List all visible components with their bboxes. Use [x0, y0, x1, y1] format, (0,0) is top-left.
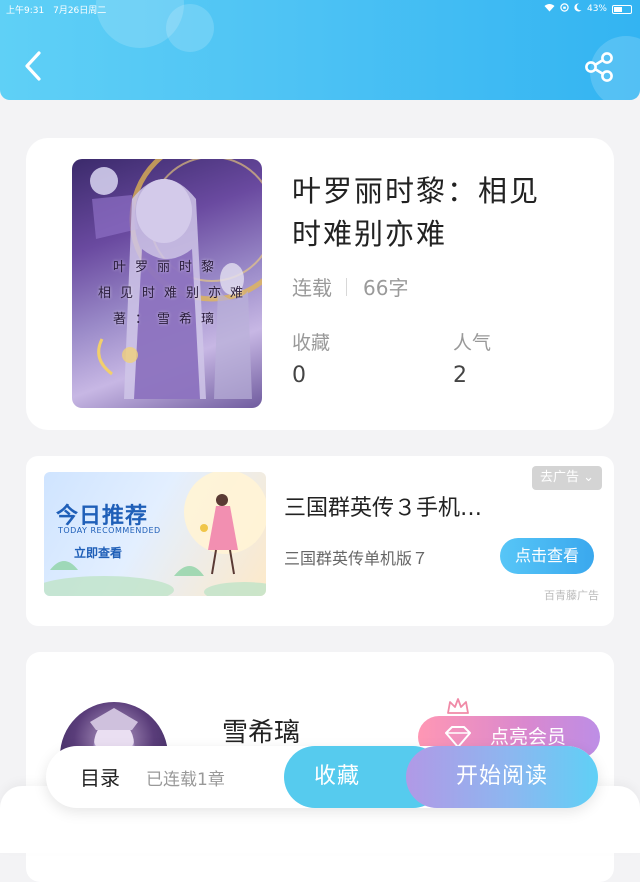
ad-banner-subtitle: TODAY RECOMMENDED: [58, 526, 161, 535]
crown-icon: [447, 698, 469, 714]
word-count: 66字: [363, 276, 409, 300]
share-button[interactable]: [582, 50, 616, 84]
serial-status: 连载: [292, 276, 332, 300]
start-reading-button[interactable]: 开始阅读: [406, 746, 598, 808]
author-name: 雪希璃: [222, 718, 301, 748]
book-meta: 连载 66字: [292, 272, 408, 301]
ad-title[interactable]: 三国群英传３手机…: [284, 490, 524, 522]
share-icon: [585, 52, 613, 82]
book-cover[interactable]: 叶罗丽时黎 相见时难别亦难 著：雪希璃: [72, 159, 262, 408]
favorites-label: 收藏: [292, 332, 331, 354]
cover-title: 叶罗丽时黎 相见时难别亦难 著：雪希璃: [98, 260, 253, 327]
popularity-stat: 人气 2: [453, 328, 491, 388]
ad-subtitle: 三国群英传单机版７: [284, 549, 429, 568]
top-header: 上午9:31 7月26日周二 43%: [0, 0, 640, 100]
status-time: 上午9:31: [6, 5, 45, 16]
battery-icon: [612, 4, 632, 14]
ad-banner-cta[interactable]: 立即查看: [74, 544, 122, 561]
favorites-stat: 收藏 0: [292, 328, 330, 388]
ad-card[interactable]: 今日推荐 TODAY RECOMMENDED 立即查看 去广告 ⌄ 三国群英传３…: [26, 456, 614, 626]
chapter-count: 已连载1章: [146, 770, 225, 790]
popularity-label: 人气: [453, 332, 492, 354]
book-info-card: 叶罗丽时黎 相见时难别亦难 著：雪希璃 叶罗丽时黎：相见 时难别亦难 连载 66…: [26, 138, 614, 430]
status-bar: 上午9:31 7月26日周二 43%: [6, 2, 632, 16]
meta-divider: [346, 277, 347, 296]
status-date: 7月26日周二: [53, 5, 107, 16]
wifi-icon: [544, 3, 555, 15]
favorite-button-label: 收藏: [313, 764, 360, 789]
bottom-action-bar: 目录 已连载1章 收藏 开始阅读: [46, 746, 598, 808]
battery-percent: 43%: [586, 4, 607, 14]
chevron-left-icon: [25, 51, 41, 81]
diamond-icon: [445, 726, 471, 748]
book-title: 叶罗丽时黎：相见 时难别亦难: [292, 174, 541, 251]
back-button[interactable]: [20, 50, 50, 82]
popularity-value: 2: [453, 363, 467, 388]
lock-rotation-icon: [560, 3, 569, 15]
ad-source-label: 百青藤广告: [544, 589, 599, 602]
ad-view-button[interactable]: 点击查看: [500, 538, 594, 574]
moon-icon: [574, 3, 582, 15]
favorites-value: 0: [292, 363, 306, 388]
toc-button[interactable]: 目录: [80, 762, 120, 791]
remove-ad-button[interactable]: 去广告 ⌄: [532, 466, 603, 490]
read-button-label: 开始阅读: [455, 764, 548, 789]
ad-banner-image[interactable]: 今日推荐 TODAY RECOMMENDED 立即查看: [44, 472, 266, 596]
